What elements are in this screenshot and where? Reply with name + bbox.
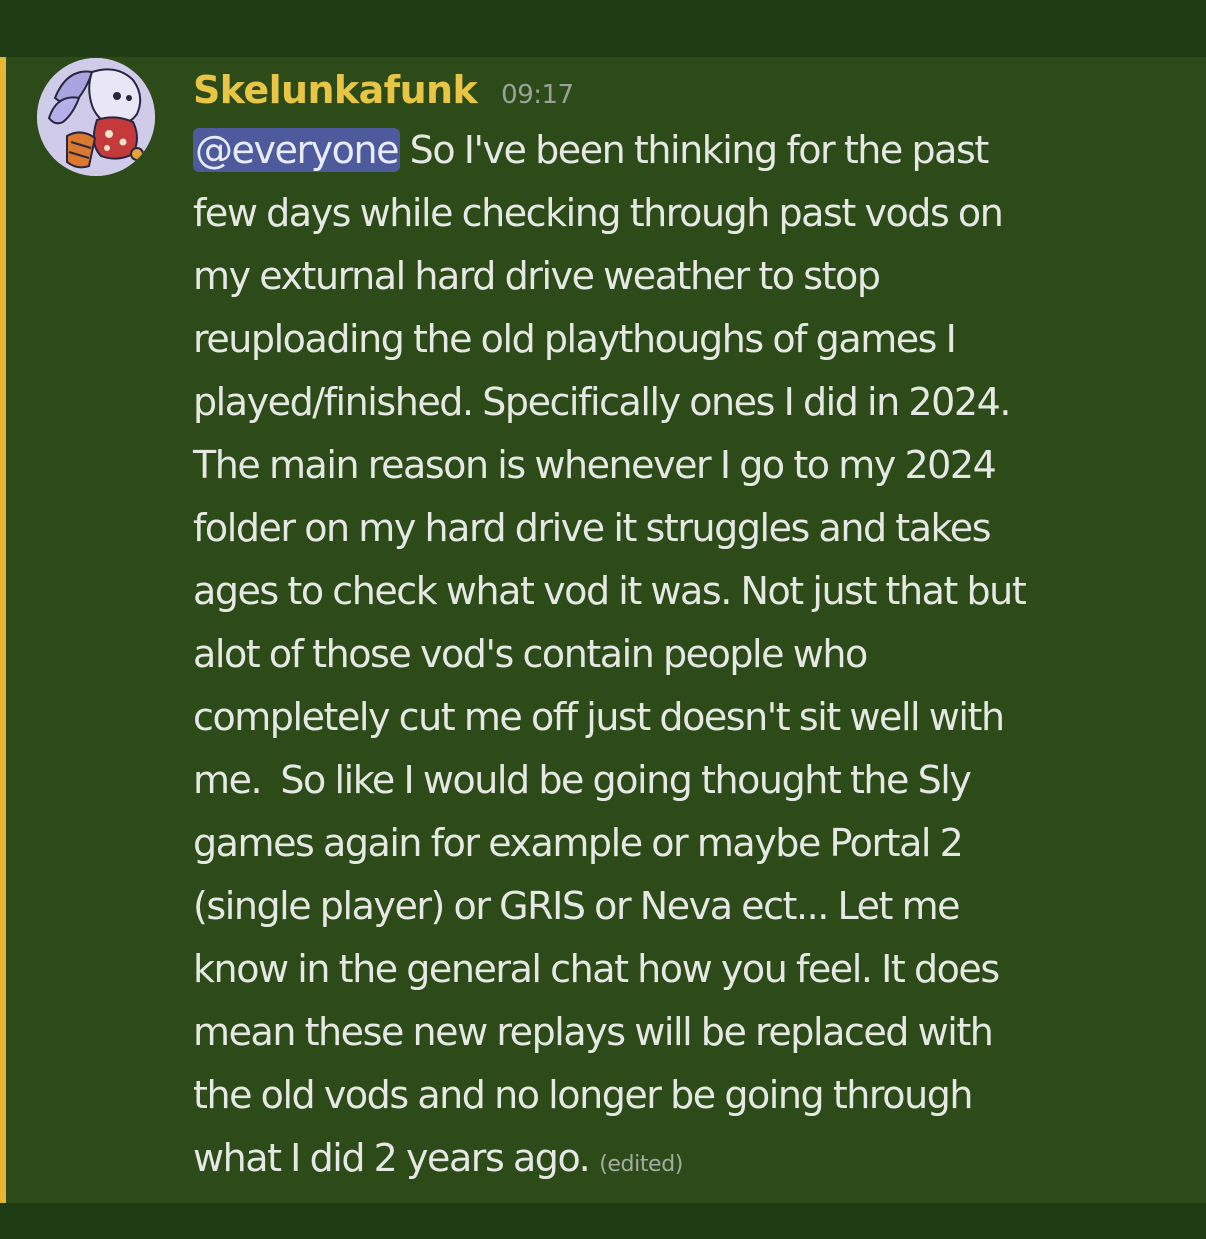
message-body: @everyone So I've been thinking for the … — [193, 119, 1173, 1196]
chat-message[interactable]: Skelunkafunk 09:17 @everyone So I've bee… — [0, 57, 1206, 1203]
chat-screen: Skelunkafunk 09:17 @everyone So I've bee… — [0, 0, 1206, 1239]
avatar[interactable] — [37, 58, 155, 176]
message-text: So I've been thinking for the past few d… — [193, 128, 1027, 1180]
avatar-illustration — [37, 58, 155, 176]
mention-highlight-bar — [0, 57, 6, 1203]
message-content: Skelunkafunk 09:17 @everyone So I've bee… — [193, 57, 1173, 1196]
author-username[interactable]: Skelunkafunk — [193, 63, 478, 117]
message-header: Skelunkafunk 09:17 — [193, 57, 1173, 125]
message-timestamp[interactable]: 09:17 — [501, 80, 574, 110]
previous-message-area — [0, 0, 1206, 57]
everyone-mention[interactable]: @everyone — [193, 128, 401, 172]
edited-label[interactable]: (edited) — [599, 1152, 683, 1177]
next-message-area — [0, 1203, 1206, 1239]
